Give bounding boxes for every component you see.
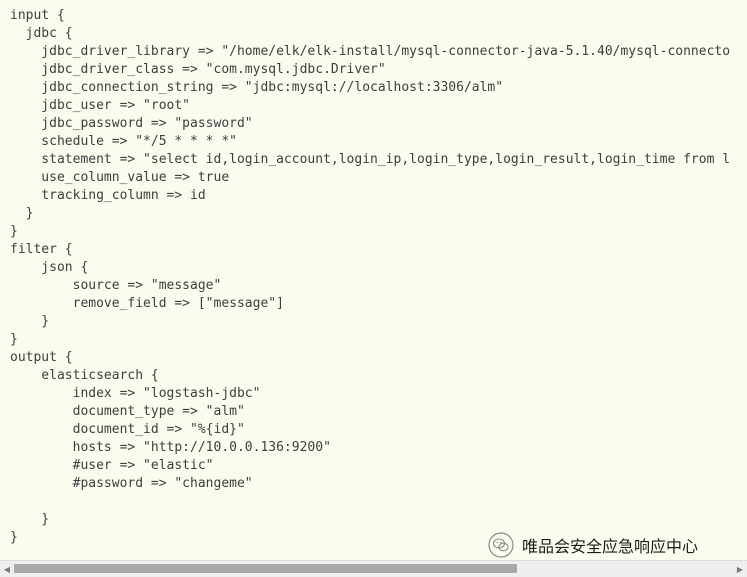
code-line: remove_field => ["message"] <box>10 296 284 311</box>
scroll-left-arrow-icon[interactable]: ◀ <box>0 561 14 577</box>
code-line: statement => "select id,login_account,lo… <box>10 152 731 167</box>
code-panel: input { jdbc { jdbc_driver_library => "/… <box>0 0 747 560</box>
code-line: input { <box>10 8 65 23</box>
code-line: json { <box>10 260 89 275</box>
code-line: } <box>10 224 18 239</box>
code-line: source => "message" <box>10 278 222 293</box>
code-line: } <box>10 332 18 347</box>
wechat-icon <box>488 532 514 558</box>
code-line: } <box>10 512 50 527</box>
code-line: jdbc_user => "root" <box>10 98 191 113</box>
code-line: #password => "changeme" <box>10 476 253 491</box>
code-line: #user => "elastic" <box>10 458 214 473</box>
scroll-right-arrow-icon[interactable]: ▶ <box>733 561 747 577</box>
code-line: } <box>10 314 50 329</box>
scroll-thumb[interactable] <box>14 564 517 573</box>
code-line: document_type => "alm" <box>10 404 245 419</box>
code-line: use_column_value => true <box>10 170 230 185</box>
code-line: output { <box>10 350 73 365</box>
code-line: index => "logstash-jdbc" <box>10 386 261 401</box>
code-line: jdbc_connection_string => "jdbc:mysql://… <box>10 80 504 95</box>
code-line: hosts => "http://10.0.0.136:9200" <box>10 440 331 455</box>
code-line: filter { <box>10 242 73 257</box>
code-line: jdbc { <box>10 26 73 41</box>
watermark-text: 唯品会安全应急响应中心 <box>522 537 699 556</box>
code-line: jdbc_password => "password" <box>10 116 253 131</box>
code-line: } <box>10 206 34 221</box>
code-block: input { jdbc { jdbc_driver_library => "/… <box>10 7 730 547</box>
code-line: elasticsearch { <box>10 368 159 383</box>
code-line: jdbc_driver_library => "/home/elk/elk-in… <box>10 44 731 59</box>
code-line: schedule => "*/5 * * * *" <box>10 134 237 149</box>
watermark: 唯品会安全应急响应中心 <box>488 532 698 558</box>
code-line: document_id => "%{id}" <box>10 422 245 437</box>
horizontal-scrollbar[interactable]: ◀ ▶ <box>0 560 747 577</box>
code-line: tracking_column => id <box>10 188 206 203</box>
code-line: jdbc_driver_class => "com.mysql.jdbc.Dri… <box>10 62 386 77</box>
